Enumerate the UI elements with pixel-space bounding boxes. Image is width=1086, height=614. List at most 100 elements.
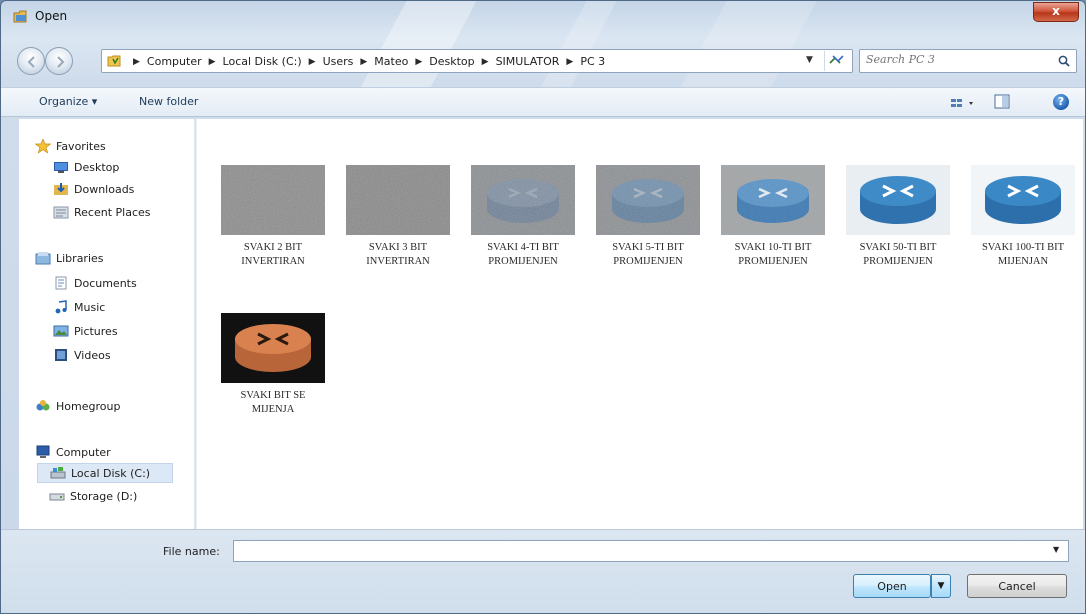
file-name: SVAKI 5-TI BIT PROMIJENJEN [612, 242, 684, 267]
breadcrumb-mateo[interactable]: Mateo [374, 55, 408, 68]
nav-item-libraries[interactable]: Libraries [35, 248, 104, 268]
forward-arrow-icon [57, 56, 65, 68]
new-folder-button[interactable]: New folder [139, 95, 198, 108]
documents-icon [55, 276, 67, 290]
help-icon[interactable]: ? [1053, 94, 1069, 110]
file-item[interactable]: SVAKI 4-TI BIT PROMIJENJEN [463, 165, 583, 269]
preview-pane-icon [994, 94, 1010, 109]
faint-router-thumbnail [596, 165, 700, 235]
nav-item-homegroup[interactable]: Homegroup [35, 396, 120, 416]
file-item[interactable]: SVAKI 100-TI BIT MIJENJAN [963, 165, 1083, 269]
organize-button[interactable]: Organize ▾ [39, 95, 97, 108]
nav-item-music[interactable]: Music [53, 297, 105, 317]
orange-router-thumbnail [221, 313, 325, 383]
nav-item-videos[interactable]: Videos [53, 345, 111, 365]
refresh-button[interactable] [824, 51, 848, 71]
breadcrumb-computer[interactable]: Computer [147, 55, 202, 68]
folder-icon [107, 55, 121, 67]
file-name: SVAKI 10-TI BIT PROMIJENJEN [734, 242, 812, 267]
file-item[interactable]: SVAKI 3 BIT INVERTIRAN [338, 165, 458, 269]
nav-item-local-disk[interactable]: Local Disk (C:) [37, 463, 173, 483]
breadcrumb-separator-icon[interactable]: ▶ [209, 57, 216, 67]
nav-label: Downloads [74, 182, 135, 196]
videos-icon [55, 349, 67, 361]
faint-router-thumbnail [471, 165, 575, 235]
title-bar[interactable]: Open x [1, 1, 1085, 33]
back-button[interactable] [17, 47, 45, 75]
breadcrumb-desktop[interactable]: Desktop [429, 55, 474, 68]
nav-label: Local Disk (C:) [71, 466, 151, 480]
nav-item-favorites[interactable]: Favorites [35, 136, 106, 156]
breadcrumb-local-disk[interactable]: Local Disk (C:) [223, 55, 302, 68]
address-bar[interactable]: ▶ Computer ▶ Local Disk (C:) ▶ Users ▶ M… [101, 49, 853, 73]
file-name: SVAKI 100-TI BIT MIJENJAN [981, 242, 1065, 267]
file-item[interactable]: SVAKI 5-TI BIT PROMIJENJEN [588, 165, 708, 269]
computer-icon [36, 445, 50, 458]
nav-item-recent-places[interactable]: Recent Places [53, 202, 151, 222]
nav-label: Music [74, 300, 106, 314]
file-item[interactable]: SVAKI BIT SE MIJENJA [213, 313, 333, 417]
pictures-icon [53, 325, 69, 337]
file-item[interactable]: SVAKI 50-TI BIT PROMIJENJEN [838, 165, 958, 269]
breadcrumb-separator-icon[interactable]: ▶ [360, 57, 367, 67]
recent-places-icon [53, 206, 69, 219]
file-item[interactable]: SVAKI 10-TI BIT PROMIJENJEN [713, 165, 833, 269]
breadcrumb-separator-icon[interactable]: ▶ [309, 57, 316, 67]
preview-pane-button[interactable] [993, 93, 1011, 111]
breadcrumb-separator-icon[interactable]: ▶ [566, 57, 573, 67]
cancel-button[interactable]: Cancel [967, 574, 1067, 598]
navigation-pane: Favorites Desktop Downloads Recent Place… [19, 119, 212, 529]
nav-label: Pictures [74, 324, 118, 338]
nav-item-pictures[interactable]: Pictures [53, 321, 118, 341]
open-dropdown-icon[interactable]: ▼ [931, 574, 951, 598]
libraries-icon [35, 252, 51, 265]
breadcrumb-separator-icon[interactable]: ▶ [482, 57, 489, 67]
file-name: SVAKI 50-TI BIT PROMIJENJEN [859, 242, 937, 267]
forward-button[interactable] [45, 47, 73, 75]
breadcrumb-simulator[interactable]: SIMULATOR [496, 55, 560, 68]
router-thumbnail [846, 165, 950, 235]
search-input[interactable] [866, 53, 1046, 66]
file-name-bar: File name: ▼ Open ▼ Cancel [1, 529, 1085, 613]
noise-thumbnail [221, 165, 325, 235]
nav-label: Desktop [74, 160, 120, 174]
refresh-icon [829, 55, 844, 64]
breadcrumb-separator-icon[interactable]: ▶ [415, 57, 422, 67]
breadcrumb-users[interactable]: Users [323, 55, 354, 68]
file-name-input[interactable] [233, 540, 1069, 562]
navigation-row: ▶ Computer ▶ Local Disk (C:) ▶ Users ▶ M… [1, 47, 1085, 77]
music-icon [55, 300, 67, 314]
breadcrumb: ▶ Computer ▶ Local Disk (C:) ▶ Users ▶ M… [126, 55, 605, 68]
file-item[interactable]: SVAKI 2 BIT INVERTIRAN [213, 165, 333, 269]
homegroup-icon [36, 400, 50, 411]
nav-item-documents[interactable]: Documents [53, 273, 137, 293]
window-title: Open [35, 9, 68, 23]
downloads-icon [54, 183, 68, 195]
search-icon[interactable] [1058, 55, 1070, 67]
breadcrumb-pc3[interactable]: PC 3 [580, 55, 605, 68]
nav-label: Favorites [56, 139, 106, 153]
nav-item-downloads[interactable]: Downloads [53, 179, 134, 199]
nav-item-computer[interactable]: Computer [35, 442, 111, 462]
open-button[interactable]: Open [853, 574, 931, 598]
nav-label: Storage (D:) [70, 489, 138, 503]
router-thumbnail [971, 165, 1075, 235]
file-name: SVAKI 2 BIT INVERTIRAN [241, 242, 305, 267]
nav-label: Recent Places [74, 205, 151, 219]
nav-item-storage[interactable]: Storage (D:) [49, 486, 137, 506]
file-name-label: File name: [163, 545, 220, 558]
back-arrow-icon [27, 56, 35, 68]
breadcrumb-separator-icon: ▶ [133, 56, 140, 67]
search-box[interactable] [859, 49, 1077, 73]
star-icon [35, 139, 51, 153]
nav-item-desktop[interactable]: Desktop [53, 157, 119, 177]
address-dropdown-icon[interactable]: ▼ [806, 55, 813, 65]
nav-label: Homegroup [56, 399, 121, 413]
open-folder-icon [13, 10, 27, 23]
router-thumbnail [721, 165, 825, 235]
close-button[interactable]: x [1033, 2, 1079, 22]
file-name: SVAKI BIT SE MIJENJA [240, 390, 306, 415]
file-name-dropdown-icon[interactable]: ▼ [1053, 545, 1059, 554]
change-view-button[interactable] [949, 94, 979, 112]
nav-label: Documents [74, 276, 137, 290]
